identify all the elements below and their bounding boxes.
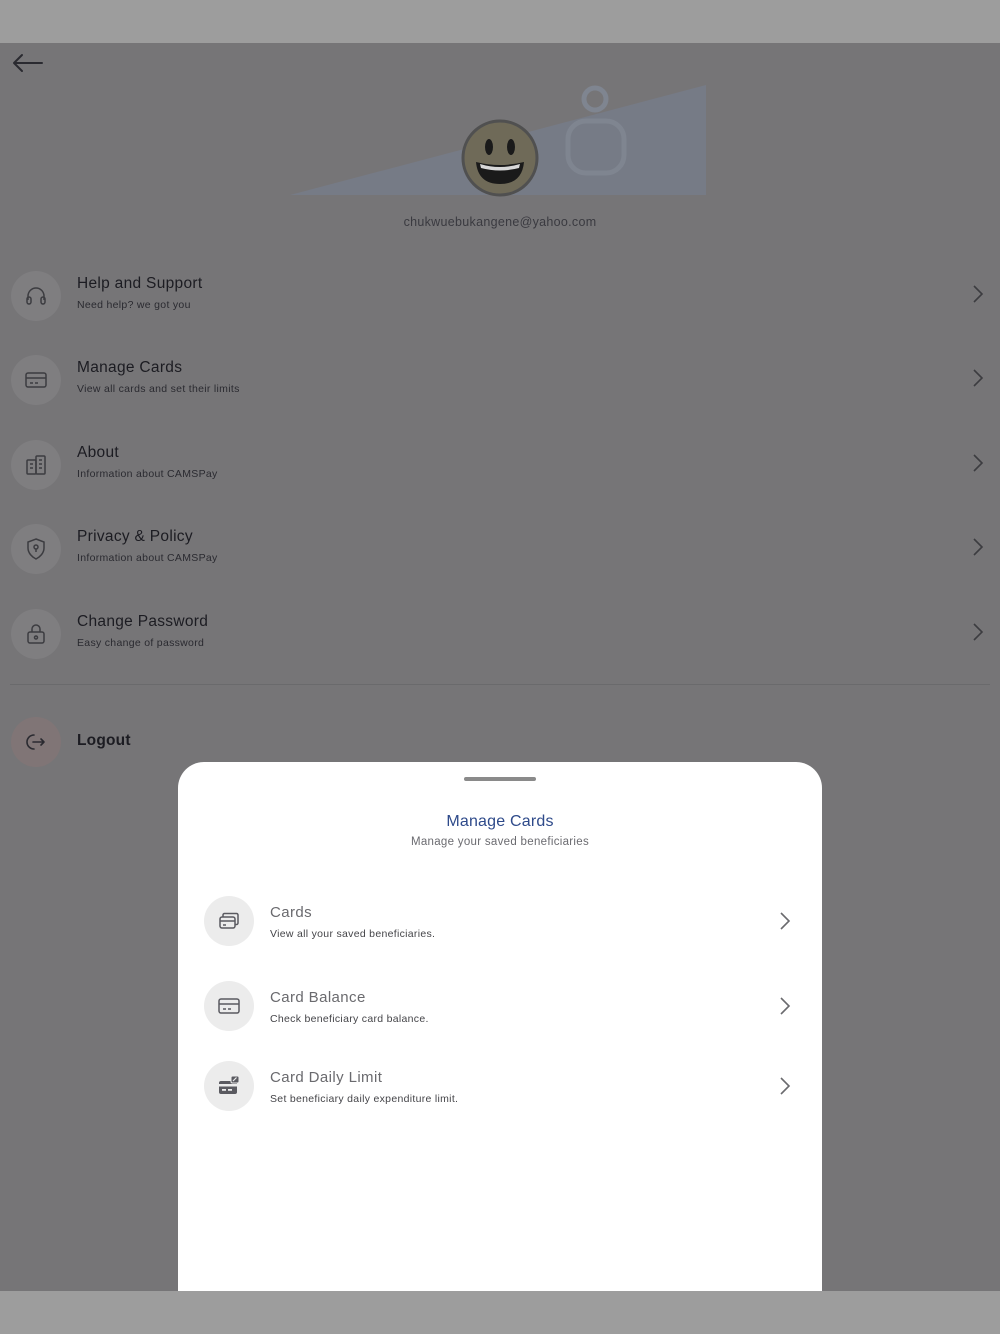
menu-item-privacy-policy[interactable]: Privacy & Policy Information about CAMSP…: [0, 508, 1000, 588]
sheet-option-title: Cards: [270, 904, 313, 921]
chevron-right-icon: [973, 538, 984, 556]
menu-item-subtitle: Need help? we got you: [77, 299, 191, 311]
menu-item-subtitle: Information about CAMSPay: [77, 468, 218, 480]
lock-icon: [11, 609, 61, 659]
chevron-right-icon: [973, 369, 984, 387]
chevron-right-icon: [973, 623, 984, 641]
building-icon: [11, 440, 61, 490]
menu-item-change-password[interactable]: Change Password Easy change of password: [0, 593, 1000, 673]
back-button[interactable]: [8, 47, 48, 79]
menu-item-about[interactable]: About Information about CAMSPay: [0, 424, 1000, 504]
status-bar: [0, 0, 1000, 43]
sheet-subtitle: Manage your saved beneficiaries: [410, 836, 590, 848]
logout-button[interactable]: Logout: [0, 715, 400, 767]
cards-stack-icon: [204, 896, 254, 946]
logout-icon: [11, 717, 61, 767]
chevron-right-icon: [973, 285, 984, 303]
menu-item-help-and-support[interactable]: Help and Support Need help? we got you: [0, 255, 1000, 335]
profile-screen: chukwuebukangene@yahoo.com Help and Supp…: [0, 43, 1000, 1291]
sheet-option-title: Card Balance: [270, 989, 366, 1006]
sheet-drag-handle[interactable]: [464, 777, 536, 781]
logout-label: Logout: [77, 732, 131, 749]
menu-item-manage-cards[interactable]: Manage Cards View all cards and set thei…: [0, 339, 1000, 419]
menu-divider: [10, 684, 990, 685]
menu-item-subtitle: View all cards and set their limits: [77, 383, 240, 395]
chevron-right-icon: [780, 1077, 791, 1095]
menu-item-title: Help and Support: [77, 275, 203, 292]
avatar-emoji[interactable]: [460, 118, 540, 198]
sheet-option-card-balance[interactable]: Card Balance Check beneficiary card bala…: [178, 973, 822, 1043]
arrow-left-icon: [13, 54, 43, 72]
menu-item-subtitle: Easy change of password: [77, 637, 205, 649]
headphones-icon: [11, 271, 61, 321]
sheet-option-subtitle: Set beneficiary daily expenditure limit.: [270, 1093, 459, 1105]
credit-card-icon: [204, 981, 254, 1031]
chevron-right-icon: [780, 912, 791, 930]
menu-item-title: Privacy & Policy: [77, 528, 193, 545]
chevron-right-icon: [780, 997, 791, 1015]
menu-item-title: Manage Cards: [77, 359, 183, 376]
chevron-right-icon: [973, 454, 984, 472]
shield-icon: [11, 524, 61, 574]
sheet-option-subtitle: Check beneficiary card balance.: [270, 1013, 429, 1025]
home-indicator-bar: [0, 1291, 1000, 1334]
card-edit-icon: [204, 1061, 254, 1111]
menu-item-subtitle: Information about CAMSPay: [77, 552, 218, 564]
sheet-option-title: Card Daily Limit: [270, 1069, 383, 1086]
sheet-title: Manage Cards: [446, 813, 554, 830]
menu-item-title: Change Password: [77, 613, 209, 630]
credit-card-icon: [11, 355, 61, 405]
sheet-option-cards[interactable]: Cards View all your saved beneficiaries.: [178, 888, 822, 958]
manage-cards-bottom-sheet: Manage Cards Manage your saved beneficia…: [178, 762, 822, 1291]
menu-item-title: About: [77, 444, 120, 461]
profile-email: chukwuebukangene@yahoo.com: [403, 215, 597, 229]
sheet-option-card-daily-limit[interactable]: Card Daily Limit Set beneficiary daily e…: [178, 1053, 822, 1123]
sheet-option-subtitle: View all your saved beneficiaries.: [270, 928, 436, 940]
